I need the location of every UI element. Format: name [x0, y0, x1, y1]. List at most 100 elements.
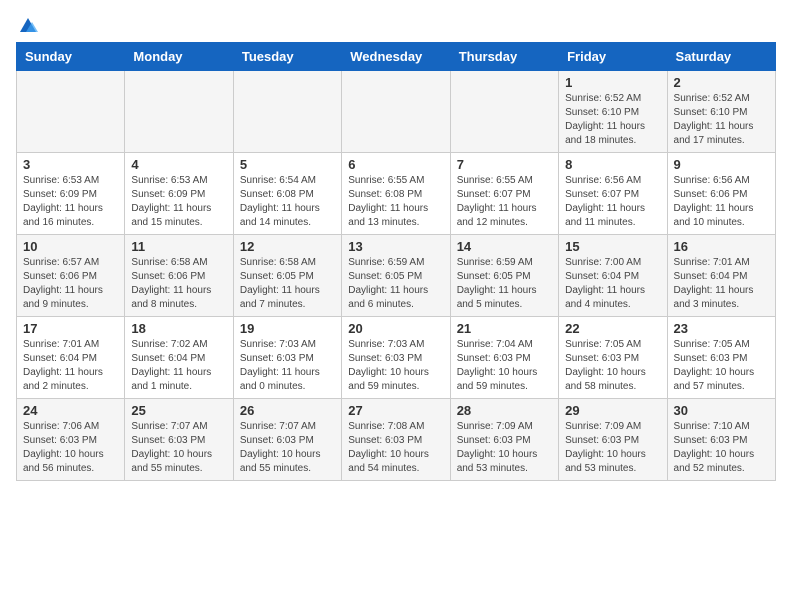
day-info: Sunrise: 7:02 AM Sunset: 6:04 PM Dayligh…: [131, 338, 226, 394]
day-info: Sunrise: 6:58 AM Sunset: 6:05 PM Dayligh…: [240, 256, 335, 312]
day-number: 28: [457, 403, 552, 418]
day-info: Sunrise: 7:09 AM Sunset: 6:03 PM Dayligh…: [565, 420, 660, 476]
calendar-week-4: 17 Sunrise: 7:01 AM Sunset: 6:04 PM Dayli…: [17, 317, 776, 399]
weekday-header-sunday: Sunday: [17, 43, 125, 71]
calendar-table: SundayMondayTuesdayWednesdayThursdayFrid…: [16, 42, 776, 481]
calendar-week-1: 1 Sunrise: 6:52 AM Sunset: 6:10 PM Daylig…: [17, 71, 776, 153]
day-info: Sunrise: 6:55 AM Sunset: 6:08 PM Dayligh…: [348, 174, 443, 230]
calendar-cell: 22 Sunrise: 7:05 AM Sunset: 6:03 PM Dayli…: [559, 317, 667, 399]
day-info: Sunrise: 7:03 AM Sunset: 6:03 PM Dayligh…: [348, 338, 443, 394]
day-info: Sunrise: 6:58 AM Sunset: 6:06 PM Dayligh…: [131, 256, 226, 312]
calendar-cell: 13 Sunrise: 6:59 AM Sunset: 6:05 PM Dayli…: [342, 235, 450, 317]
weekday-header-wednesday: Wednesday: [342, 43, 450, 71]
day-number: 24: [23, 403, 118, 418]
day-number: 17: [23, 321, 118, 336]
day-info: Sunrise: 7:05 AM Sunset: 6:03 PM Dayligh…: [674, 338, 769, 394]
day-number: 23: [674, 321, 769, 336]
calendar-cell: 3Sunrise: 6:53 AM Sunset: 6:09 PM Daylig…: [17, 153, 125, 235]
day-number: 11: [131, 239, 226, 254]
day-number: 5: [240, 157, 335, 172]
calendar-cell: 16Sunrise: 7:01 AM Sunset: 6:04 PM Dayli…: [667, 235, 775, 317]
calendar-cell: 25 Sunrise: 7:07 AM Sunset: 6:03 PM Dayli…: [125, 399, 233, 481]
day-info: Sunrise: 6:59 AM Sunset: 6:05 PM Dayligh…: [348, 256, 443, 312]
calendar-cell: 20 Sunrise: 7:03 AM Sunset: 6:03 PM Dayli…: [342, 317, 450, 399]
day-number: 18: [131, 321, 226, 336]
day-number: 2: [674, 75, 769, 90]
day-info: Sunrise: 6:57 AM Sunset: 6:06 PM Dayligh…: [23, 256, 118, 312]
calendar-cell: 27 Sunrise: 7:08 AM Sunset: 6:03 PM Dayli…: [342, 399, 450, 481]
day-number: 25: [131, 403, 226, 418]
calendar-cell: 15 Sunrise: 7:00 AM Sunset: 6:04 PM Dayli…: [559, 235, 667, 317]
calendar-cell: 18 Sunrise: 7:02 AM Sunset: 6:04 PM Dayli…: [125, 317, 233, 399]
calendar-cell: [450, 71, 558, 153]
day-number: 8: [565, 157, 660, 172]
logo-area: [16, 16, 38, 34]
calendar-cell: 11 Sunrise: 6:58 AM Sunset: 6:06 PM Dayli…: [125, 235, 233, 317]
logo-text: [16, 16, 38, 34]
calendar-week-5: 24 Sunrise: 7:06 AM Sunset: 6:03 PM Dayli…: [17, 399, 776, 481]
day-info: Sunrise: 7:08 AM Sunset: 6:03 PM Dayligh…: [348, 420, 443, 476]
calendar-cell: 29 Sunrise: 7:09 AM Sunset: 6:03 PM Dayli…: [559, 399, 667, 481]
day-info: Sunrise: 7:09 AM Sunset: 6:03 PM Dayligh…: [457, 420, 552, 476]
calendar-cell: 19Sunrise: 7:03 AM Sunset: 6:03 PM Dayli…: [233, 317, 341, 399]
calendar-cell: 24 Sunrise: 7:06 AM Sunset: 6:03 PM Dayli…: [17, 399, 125, 481]
day-number: 29: [565, 403, 660, 418]
weekday-header-friday: Friday: [559, 43, 667, 71]
calendar-cell: 10 Sunrise: 6:57 AM Sunset: 6:06 PM Dayli…: [17, 235, 125, 317]
calendar-cell: [342, 71, 450, 153]
day-number: 22: [565, 321, 660, 336]
day-info: Sunrise: 7:04 AM Sunset: 6:03 PM Dayligh…: [457, 338, 552, 394]
calendar-cell: 28 Sunrise: 7:09 AM Sunset: 6:03 PM Dayli…: [450, 399, 558, 481]
day-number: 6: [348, 157, 443, 172]
day-info: Sunrise: 6:59 AM Sunset: 6:05 PM Dayligh…: [457, 256, 552, 312]
day-number: 27: [348, 403, 443, 418]
calendar-cell: 1Sunrise: 6:52 AM Sunset: 6:10 PM Daylig…: [559, 71, 667, 153]
calendar-cell: 14 Sunrise: 6:59 AM Sunset: 6:05 PM Dayli…: [450, 235, 558, 317]
day-info: Sunrise: 7:10 AM Sunset: 6:03 PM Dayligh…: [674, 420, 769, 476]
day-info: Sunrise: 7:07 AM Sunset: 6:03 PM Dayligh…: [131, 420, 226, 476]
day-info: Sunrise: 7:01 AM Sunset: 6:04 PM Dayligh…: [674, 256, 769, 312]
day-number: 10: [23, 239, 118, 254]
calendar-cell: 12 Sunrise: 6:58 AM Sunset: 6:05 PM Dayli…: [233, 235, 341, 317]
day-number: 30: [674, 403, 769, 418]
day-number: 14: [457, 239, 552, 254]
weekday-header-thursday: Thursday: [450, 43, 558, 71]
calendar-header: SundayMondayTuesdayWednesdayThursdayFrid…: [17, 43, 776, 71]
day-number: 9: [674, 157, 769, 172]
day-info: Sunrise: 6:56 AM Sunset: 6:06 PM Dayligh…: [674, 174, 769, 230]
calendar-cell: 23 Sunrise: 7:05 AM Sunset: 6:03 PM Dayli…: [667, 317, 775, 399]
day-number: 1: [565, 75, 660, 90]
calendar-cell: 2 Sunrise: 6:52 AM Sunset: 6:10 PM Daylig…: [667, 71, 775, 153]
day-number: 7: [457, 157, 552, 172]
day-info: Sunrise: 7:01 AM Sunset: 6:04 PM Dayligh…: [23, 338, 118, 394]
calendar-cell: 26Sunrise: 7:07 AM Sunset: 6:03 PM Dayli…: [233, 399, 341, 481]
calendar-cell: 6 Sunrise: 6:55 AM Sunset: 6:08 PM Daylig…: [342, 153, 450, 235]
day-info: Sunrise: 7:06 AM Sunset: 6:03 PM Dayligh…: [23, 420, 118, 476]
day-info: Sunrise: 6:52 AM Sunset: 6:10 PM Dayligh…: [674, 92, 769, 148]
page-header: [16, 16, 776, 34]
calendar-cell: 4Sunrise: 6:53 AM Sunset: 6:09 PM Daylig…: [125, 153, 233, 235]
day-info: Sunrise: 6:56 AM Sunset: 6:07 PM Dayligh…: [565, 174, 660, 230]
calendar-cell: [17, 71, 125, 153]
day-number: 15: [565, 239, 660, 254]
calendar-cell: [233, 71, 341, 153]
calendar-cell: 7Sunrise: 6:55 AM Sunset: 6:07 PM Daylig…: [450, 153, 558, 235]
weekday-header-saturday: Saturday: [667, 43, 775, 71]
day-info: Sunrise: 7:05 AM Sunset: 6:03 PM Dayligh…: [565, 338, 660, 394]
calendar-cell: 9 Sunrise: 6:56 AM Sunset: 6:06 PM Daylig…: [667, 153, 775, 235]
logo-icon: [18, 16, 38, 36]
calendar-cell: 21Sunrise: 7:04 AM Sunset: 6:03 PM Dayli…: [450, 317, 558, 399]
calendar-cell: 8 Sunrise: 6:56 AM Sunset: 6:07 PM Daylig…: [559, 153, 667, 235]
calendar-week-2: 3Sunrise: 6:53 AM Sunset: 6:09 PM Daylig…: [17, 153, 776, 235]
calendar-cell: 30 Sunrise: 7:10 AM Sunset: 6:03 PM Dayli…: [667, 399, 775, 481]
calendar-body: 1 Sunrise: 6:52 AM Sunset: 6:10 PM Daylig…: [17, 71, 776, 481]
calendar-week-3: 10 Sunrise: 6:57 AM Sunset: 6:06 PM Dayli…: [17, 235, 776, 317]
day-number: 3: [23, 157, 118, 172]
day-number: 12: [240, 239, 335, 254]
day-info: Sunrise: 6:54 AM Sunset: 6:08 PM Dayligh…: [240, 174, 335, 230]
day-number: 20: [348, 321, 443, 336]
weekday-header-tuesday: Tuesday: [233, 43, 341, 71]
day-info: Sunrise: 7:00 AM Sunset: 6:04 PM Dayligh…: [565, 256, 660, 312]
day-number: 4: [131, 157, 226, 172]
day-number: 13: [348, 239, 443, 254]
